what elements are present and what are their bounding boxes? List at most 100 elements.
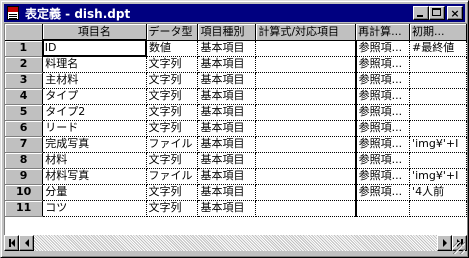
cell-recalc[interactable]: 参照項...: [355, 152, 411, 169]
row-number[interactable]: 11: [5, 200, 44, 217]
cell-type[interactable]: 数値: [146, 40, 199, 57]
row-number[interactable]: 3: [5, 72, 44, 89]
cell-formula[interactable]: [255, 136, 357, 153]
cell-initial[interactable]: [409, 200, 467, 217]
cell-formula[interactable]: [255, 72, 357, 89]
cell-initial[interactable]: [409, 88, 467, 105]
row-number[interactable]: 1: [5, 40, 44, 57]
cell-name[interactable]: コツ: [42, 200, 147, 217]
cell-name[interactable]: ID: [41, 39, 148, 57]
cell-type[interactable]: 文字列: [146, 56, 199, 73]
horizontal-scrollbar[interactable]: [4, 235, 467, 251]
cell-name[interactable]: 料理名: [42, 56, 147, 73]
cell-type[interactable]: 文字列: [146, 72, 199, 89]
scroll-first-button[interactable]: [4, 235, 19, 251]
cell-type[interactable]: 文字列: [146, 120, 199, 137]
row-number[interactable]: 2: [5, 56, 44, 73]
minimize-button[interactable]: [413, 6, 429, 20]
cell-name[interactable]: 材料: [42, 152, 147, 169]
cell-kind[interactable]: 基本項目: [197, 184, 257, 201]
cell-initial[interactable]: [409, 56, 467, 73]
cell-kind[interactable]: 基本項目: [197, 72, 257, 89]
maximize-button[interactable]: [429, 6, 445, 20]
cell-kind[interactable]: 基本項目: [197, 136, 257, 153]
cell-recalc[interactable]: 参照項...: [355, 56, 411, 73]
cell-recalc[interactable]: 参照項...: [355, 72, 411, 89]
cell-type[interactable]: 文字列: [146, 152, 199, 169]
cell-recalc[interactable]: 参照項...: [355, 40, 411, 57]
table-row: 4 タイプ 文字列 基本項目 参照項...: [5, 88, 467, 105]
cell-kind[interactable]: 基本項目: [197, 88, 257, 105]
cell-initial[interactable]: 'img¥'+I: [409, 136, 467, 153]
column-header-initial[interactable]: 初期...: [409, 24, 467, 41]
cell-recalc[interactable]: [355, 200, 411, 217]
cell-type[interactable]: ファイル: [146, 136, 199, 153]
cell-recalc[interactable]: 参照項...: [355, 136, 411, 153]
cell-recalc[interactable]: 参照項...: [355, 104, 411, 121]
cell-recalc[interactable]: 参照項...: [355, 184, 411, 201]
title-bar[interactable]: 表定義 - dish.dpt ×: [4, 4, 465, 22]
cell-name[interactable]: 完成写真: [42, 136, 147, 153]
cell-kind[interactable]: 基本項目: [197, 200, 257, 217]
maximize-icon: [432, 8, 441, 16]
cell-initial[interactable]: [409, 152, 467, 169]
cell-formula[interactable]: [255, 104, 357, 121]
cell-kind[interactable]: 基本項目: [197, 168, 257, 185]
row-number[interactable]: 9: [5, 168, 44, 185]
row-number[interactable]: 5: [5, 104, 44, 121]
row-number[interactable]: 8: [5, 152, 44, 169]
cell-type[interactable]: 文字列: [146, 200, 199, 217]
cell-initial[interactable]: [409, 72, 467, 89]
cell-recalc[interactable]: 参照項...: [355, 120, 411, 137]
corner-header[interactable]: [5, 24, 44, 41]
cell-initial[interactable]: 'img¥'+I: [409, 168, 467, 185]
cell-type[interactable]: 文字列: [146, 88, 199, 105]
cell-formula[interactable]: [255, 152, 357, 169]
cell-recalc[interactable]: 参照項...: [355, 88, 411, 105]
scroll-left-button[interactable]: [19, 235, 34, 251]
cell-type[interactable]: 文字列: [146, 104, 199, 121]
cell-formula[interactable]: [255, 184, 357, 201]
cell-kind[interactable]: 基本項目: [197, 40, 257, 57]
cell-name[interactable]: 分量: [42, 184, 147, 201]
column-header-name[interactable]: 項目名: [42, 24, 147, 41]
column-header-recalc[interactable]: 再計算...: [355, 24, 411, 41]
field-definition-grid[interactable]: 項目名 データ型 項目種別 計算式/対応項目 再計算... 初期... 1 ID…: [4, 23, 467, 235]
cell-kind[interactable]: 基本項目: [197, 56, 257, 73]
cell-formula[interactable]: [255, 88, 357, 105]
resize-grip-icon[interactable]: [453, 242, 465, 254]
cell-formula[interactable]: [255, 200, 357, 217]
cell-initial[interactable]: [409, 120, 467, 137]
table-app-icon[interactable]: [5, 5, 21, 21]
cell-formula[interactable]: [255, 168, 357, 185]
cell-formula[interactable]: [255, 56, 357, 73]
column-header-type[interactable]: データ型: [146, 24, 199, 41]
cell-name[interactable]: タイプ: [42, 88, 147, 105]
column-header-kind[interactable]: 項目種別: [197, 24, 257, 41]
cell-type[interactable]: 文字列: [146, 184, 199, 201]
right-arrow-icon: [442, 239, 447, 247]
cell-kind[interactable]: 基本項目: [197, 152, 257, 169]
cell-formula[interactable]: [255, 120, 357, 137]
cell-initial[interactable]: '4人前: [409, 184, 467, 201]
cell-recalc[interactable]: 参照項...: [355, 168, 411, 185]
cell-initial[interactable]: [409, 104, 467, 121]
cell-initial[interactable]: #最終値: [409, 40, 467, 57]
cell-name[interactable]: リード: [42, 120, 147, 137]
cell-name[interactable]: タイプ2: [42, 104, 147, 121]
cell-kind[interactable]: 基本項目: [197, 120, 257, 137]
scroll-track[interactable]: [34, 235, 437, 251]
cell-kind[interactable]: 基本項目: [197, 104, 257, 121]
cell-name[interactable]: 材料写真: [42, 168, 147, 185]
cell-type[interactable]: ファイル: [146, 168, 199, 185]
column-header-formula[interactable]: 計算式/対応項目: [255, 24, 357, 41]
row-number[interactable]: 10: [5, 184, 44, 201]
close-button[interactable]: ×: [447, 6, 463, 20]
minimize-icon: [417, 15, 423, 17]
row-number[interactable]: 4: [5, 88, 44, 105]
row-number[interactable]: 7: [5, 136, 44, 153]
scroll-right-button[interactable]: [437, 235, 452, 251]
cell-name[interactable]: 主材料: [42, 72, 147, 89]
cell-formula[interactable]: [255, 40, 357, 57]
row-number[interactable]: 6: [5, 120, 44, 137]
